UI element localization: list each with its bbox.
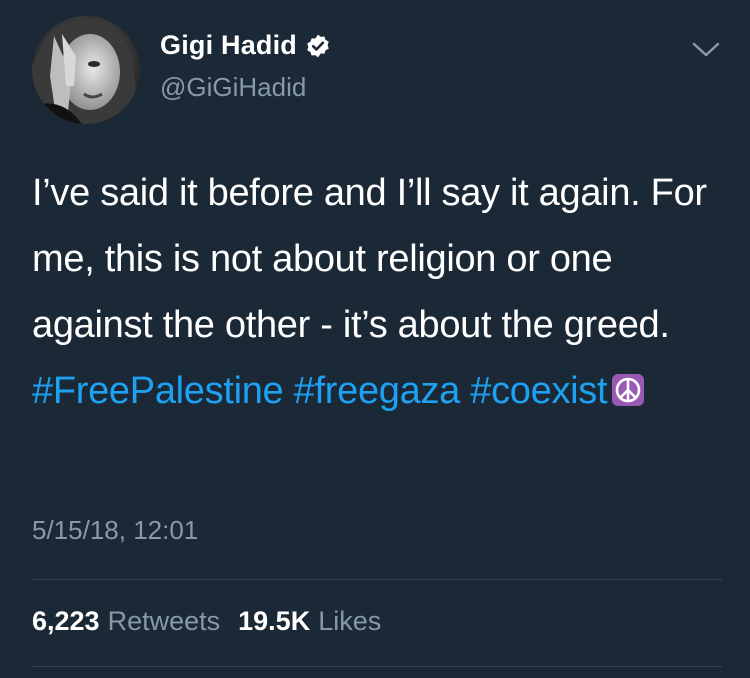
tweet-text: I’ve said it before and I’ll say it agai… — [32, 160, 722, 424]
avatar[interactable] — [32, 16, 140, 124]
verified-badge-icon — [305, 33, 331, 59]
hashtag-link[interactable]: #FreePalestine — [32, 370, 284, 412]
retweets-label[interactable]: Retweets — [108, 606, 221, 637]
profile-photo-icon — [32, 16, 140, 124]
tweet-text-body: I’ve said it before and I’ll say it agai… — [32, 172, 707, 346]
tweet-timestamp[interactable]: 5/15/18, 12:01 — [32, 515, 198, 546]
hashtag-link[interactable]: #coexist — [470, 370, 607, 412]
tweet-card: Gigi Hadid @GiGiHadid I’ve said it befor… — [0, 0, 750, 678]
peace-symbol-icon — [611, 362, 645, 406]
display-name[interactable]: Gigi Hadid — [160, 30, 297, 61]
likes-label[interactable]: Likes — [318, 606, 381, 637]
divider — [32, 666, 722, 667]
hashtag-link[interactable]: #freegaza — [294, 370, 461, 412]
chevron-down-icon[interactable] — [690, 38, 722, 60]
divider — [32, 579, 722, 580]
user-handle[interactable]: @GiGiHadid — [160, 72, 306, 103]
tweet-stats: 6,223 Retweets 19.5K Likes — [32, 606, 381, 637]
name-row: Gigi Hadid — [160, 30, 331, 61]
likes-count[interactable]: 19.5K — [238, 606, 310, 637]
retweets-count[interactable]: 6,223 — [32, 606, 100, 637]
